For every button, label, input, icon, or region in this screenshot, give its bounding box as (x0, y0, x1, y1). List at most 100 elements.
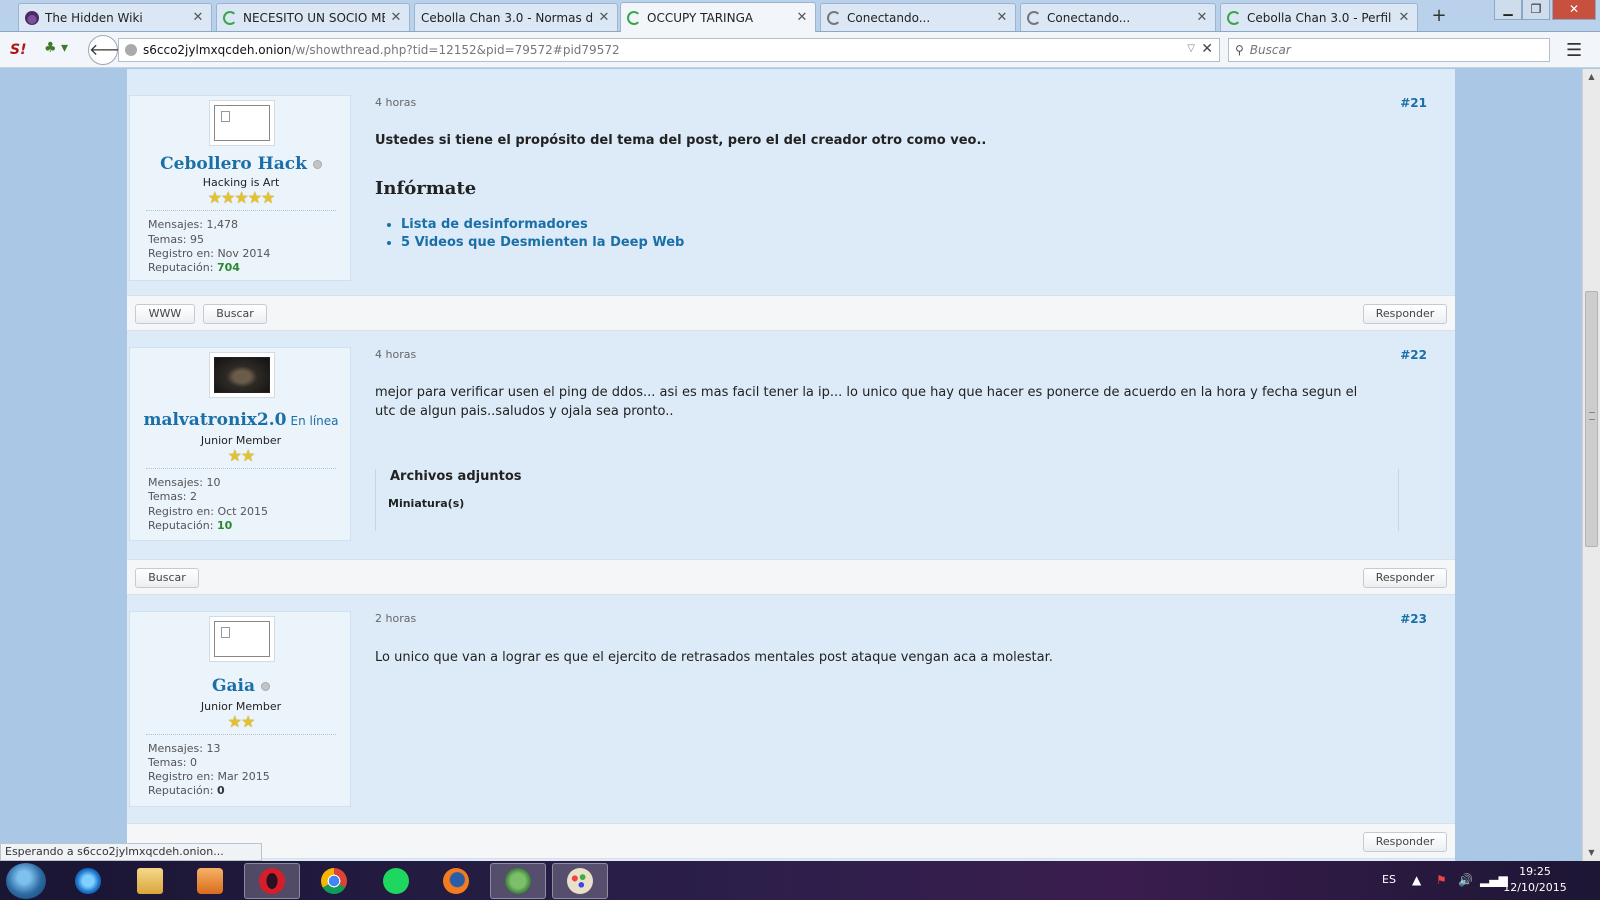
taskbar-app-paint[interactable] (552, 863, 608, 899)
avatar[interactable] (209, 352, 275, 398)
post-number-link[interactable]: #23 (1400, 612, 1427, 626)
post-number-link[interactable]: #21 (1400, 96, 1427, 110)
search-input[interactable] (1249, 43, 1530, 57)
post-number-link[interactable]: #22 (1400, 348, 1427, 362)
offline-status-icon (312, 160, 322, 169)
post-time: 2 horas (375, 612, 417, 625)
stat-reputacion: Reputación: 704 (148, 261, 240, 274)
stat-mensajes: Mensajes: 1,478 (148, 218, 238, 231)
username-link[interactable]: malvatronix2.0 En línea (130, 410, 352, 430)
taskbar-app-chrome[interactable] (306, 863, 362, 899)
internet-explorer-icon (75, 868, 101, 894)
post-message: mejor para verificar usen el ping de ddo… (375, 385, 1358, 419)
url-host: s6cco2jylmxqcdeh.onion (143, 43, 292, 57)
taskbar-app-firefox[interactable] (428, 863, 484, 899)
close-icon[interactable]: ✕ (597, 10, 611, 25)
firefox-icon (443, 868, 469, 894)
avatar-image (214, 357, 270, 393)
post-author-panel: Cebollero Hack Hacking is Art ★★★★★ Mens… (129, 95, 351, 281)
hamburger-menu-icon[interactable]: ☰ (1566, 40, 1582, 61)
reputation-value[interactable]: 10 (217, 519, 232, 532)
taskbar-app-tor-browser[interactable] (490, 863, 546, 899)
link-desinformadores[interactable]: Lista de desinformadores (401, 216, 684, 234)
loading-icon (1227, 10, 1241, 25)
volume-icon[interactable]: 🔊 (1458, 873, 1473, 887)
broken-image-icon (221, 627, 230, 638)
tab-conectando-1[interactable]: Conectando... ✕ (820, 3, 1016, 31)
responder-button[interactable]: Responder (1363, 304, 1447, 324)
attachments-box: Archivos adjuntos Miniatura(s) (375, 469, 1399, 531)
taskbar-app-file-explorer[interactable] (122, 863, 178, 899)
buscar-button[interactable]: Buscar (135, 568, 199, 588)
noscript-logo-icon[interactable]: S! (10, 42, 26, 58)
scroll-down-arrow-icon[interactable]: ▼ (1583, 845, 1600, 861)
stop-icon[interactable]: ✕ (1201, 41, 1213, 57)
reputation-value[interactable]: 704 (217, 261, 240, 274)
avatar[interactable] (209, 100, 275, 146)
search-bar[interactable]: ⚲ (1228, 38, 1550, 62)
maximize-button[interactable]: ❐ (1522, 0, 1550, 20)
tab-title: NECESITO UN SOCIO ME... (243, 10, 385, 25)
tab-bar: The Hidden Wiki ✕ NECESITO UN SOCIO ME..… (0, 0, 1600, 32)
taskbar-app-spotify[interactable] (368, 863, 424, 899)
tab-occupy-taringa[interactable]: OCCUPY TARINGA ✕ (620, 2, 816, 32)
language-indicator[interactable]: ES (1382, 873, 1396, 886)
tab-hidden-wiki[interactable]: The Hidden Wiki ✕ (18, 3, 212, 31)
avatar[interactable] (209, 616, 275, 662)
username-link[interactable]: Gaia (130, 676, 352, 696)
scroll-thumb[interactable] (1585, 291, 1598, 547)
window-close-button[interactable]: ✕ (1552, 0, 1596, 20)
post-time: 4 horas (375, 348, 417, 361)
paint-palette-icon (567, 868, 593, 894)
rank-stars-icon: ★★ (227, 446, 256, 465)
online-status: En línea (290, 414, 339, 428)
stat-registro: Registro en: Oct 2015 (148, 505, 268, 518)
grip-icon (1589, 412, 1595, 420)
scroll-up-arrow-icon[interactable]: ▲ (1583, 69, 1600, 85)
media-player-icon (197, 868, 223, 894)
back-button[interactable]: 🡐 (88, 35, 132, 65)
attachments-thumbnails-label: Miniatura(s) (388, 497, 465, 510)
start-button[interactable] (6, 863, 46, 899)
taskbar-app-media-player[interactable] (182, 863, 238, 899)
vertical-scrollbar[interactable]: ▲ ▼ (1582, 69, 1600, 861)
close-icon[interactable]: ✕ (191, 10, 205, 25)
close-icon[interactable]: ✕ (1195, 10, 1209, 25)
stat-reputacion: Reputación: 0 (148, 784, 225, 797)
tab-title: Cebolla Chan 3.0 - Perfil ... (1247, 10, 1393, 25)
reputation-value[interactable]: 0 (217, 784, 225, 797)
close-icon[interactable]: ✕ (1397, 10, 1411, 25)
close-icon[interactable]: ✕ (995, 10, 1009, 25)
post-heading: Infórmate (375, 178, 477, 199)
taskbar-app-internet-explorer[interactable] (60, 863, 116, 899)
divider (146, 210, 336, 211)
link-videos-deep-web[interactable]: 5 Videos que Desmienten la Deep Web (401, 234, 684, 252)
taskbar-app-opera[interactable] (244, 863, 300, 899)
new-tab-button[interactable]: + (1428, 6, 1450, 28)
tab-necesito-socio[interactable]: NECESITO UN SOCIO ME... ✕ (216, 3, 410, 31)
tab-cebolla-perfil[interactable]: Cebolla Chan 3.0 - Perfil ... ✕ (1220, 3, 1418, 31)
minimize-button[interactable]: ▁ (1494, 0, 1522, 20)
tor-onion-button[interactable]: ♣ ▾ (44, 40, 74, 60)
responder-button[interactable]: Responder (1363, 568, 1447, 588)
action-center-flag-icon[interactable]: ⚑ (1436, 873, 1447, 887)
loading-icon (627, 10, 641, 25)
site-identity-icon[interactable] (125, 44, 137, 56)
close-icon[interactable]: ✕ (389, 10, 403, 25)
close-icon[interactable]: ✕ (795, 10, 809, 25)
url-bar[interactable]: s6cco2jylmxqcdeh.onion/w/showthread.php?… (118, 38, 1220, 62)
username-link[interactable]: Cebollero Hack (130, 154, 352, 174)
clock-time[interactable]: 19:25 (1500, 865, 1570, 878)
responder-button[interactable]: Responder (1363, 832, 1447, 852)
tab-cebolla-normas[interactable]: Cebolla Chan 3.0 - Normas d... ✕ (414, 3, 618, 31)
tab-conectando-2[interactable]: Conectando... ✕ (1020, 3, 1216, 31)
buscar-button[interactable]: Buscar (203, 304, 267, 324)
tab-title: Cebolla Chan 3.0 - Normas d... (421, 10, 593, 25)
tray-expand-icon[interactable]: ▲ (1412, 873, 1421, 887)
url-dropdown-icon[interactable]: ▽ (1187, 43, 1195, 54)
stat-reputacion: Reputación: 10 (148, 519, 233, 532)
clock-date[interactable]: 12/10/2015 (1500, 881, 1570, 894)
nav-bar: S! ♣ ▾ 🡐 s6cco2jylmxqcdeh.onion/w/showth… (0, 32, 1600, 68)
stat-registro: Registro en: Nov 2014 (148, 247, 271, 260)
www-button[interactable]: WWW (135, 304, 195, 324)
